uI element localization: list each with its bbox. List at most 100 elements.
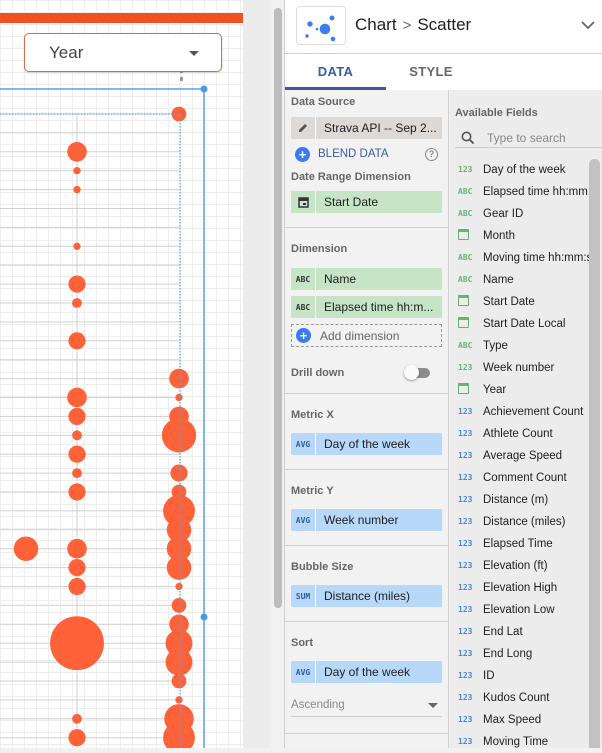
chart-bubble[interactable] — [68, 275, 86, 293]
calendar-icon — [458, 379, 476, 401]
available-field-item[interactable]: 123 Achievement Count — [450, 401, 598, 423]
available-field-item[interactable]: 123 Athlete Count — [450, 423, 598, 445]
sort-chip[interactable]: AVG Day of the week — [291, 661, 442, 683]
available-field-item[interactable]: 123 End Lat — [450, 621, 598, 643]
chart-bubble[interactable] — [72, 713, 82, 724]
available-field-item[interactable]: 123 Max Speed — [450, 709, 598, 731]
available-field-item[interactable]: ABC Name — [450, 269, 598, 291]
chart-bubble[interactable] — [175, 582, 183, 591]
available-field-item[interactable]: Start Date — [450, 291, 598, 313]
tab-data[interactable]: DATA — [285, 54, 386, 90]
available-field-item[interactable]: Start Date Local — [450, 313, 598, 335]
chart-bubble[interactable] — [68, 729, 86, 747]
chart-bubble[interactable] — [67, 538, 87, 559]
aggregation-badge[interactable]: SUM — [291, 585, 316, 607]
chart-bubble[interactable] — [68, 445, 86, 463]
available-field-item[interactable]: 123 Elevation (ft) — [450, 555, 598, 577]
year-filter-dropdown[interactable]: Year — [24, 33, 222, 72]
available-field-item[interactable]: ABC Moving time hh:mm:ss — [450, 247, 598, 269]
add-circle-icon[interactable]: + — [295, 146, 310, 162]
chart-bubble[interactable] — [171, 598, 187, 613]
chart-bubble[interactable] — [175, 393, 183, 402]
calendar-icon — [291, 191, 316, 213]
available-field-item[interactable]: 123 Average Speed — [450, 445, 598, 467]
drill-down-toggle[interactable] — [404, 365, 432, 380]
aggregation-badge[interactable]: AVG — [291, 509, 316, 531]
available-field-item[interactable]: 123 Elevation Low — [450, 599, 598, 621]
scatter-chart[interactable] — [0, 0, 243, 748]
available-field-item[interactable]: 123 Moving Time — [450, 731, 598, 753]
chart-bubbles — [13, 106, 197, 748]
available-field-item[interactable]: 123 Week number — [450, 357, 598, 379]
available-field-item[interactable]: 123 Distance (miles) — [450, 511, 598, 533]
chart-bubble[interactable] — [50, 616, 104, 671]
chart-bubble[interactable] — [68, 559, 86, 577]
canvas-scrollbar[interactable] — [274, 8, 282, 608]
number-type-icon: 123 — [458, 165, 473, 174]
chart-bubble[interactable] — [68, 407, 86, 425]
data-source-chip[interactable]: Strava API -- Sep 2... — [291, 117, 442, 139]
bubble-size-title: Bubble Size — [291, 561, 354, 573]
sort-order-select[interactable]: Ascending — [291, 695, 442, 717]
metric-y-label: Week number — [324, 513, 399, 527]
metric-y-chip[interactable]: AVG Week number — [291, 509, 442, 531]
dimension-chip[interactable]: ABC Name — [291, 268, 442, 290]
chart-bubble[interactable] — [73, 242, 81, 250]
available-field-item[interactable]: ABC Gear ID — [450, 203, 598, 225]
field-label: Moving Time — [483, 736, 549, 748]
pencil-icon[interactable] — [291, 117, 316, 139]
chart-bubble[interactable] — [68, 577, 86, 596]
available-field-item[interactable]: ABC Elapsed time hh:mm:ss — [450, 181, 598, 203]
chart-bubble[interactable] — [165, 648, 193, 676]
field-search-input[interactable]: Type to search — [455, 128, 602, 148]
fields-scrollbar[interactable] — [589, 159, 600, 748]
chart-bubble[interactable] — [73, 185, 81, 194]
chart-bubble[interactable] — [72, 298, 82, 308]
chart-bubble[interactable] — [13, 536, 39, 561]
field-label: Moving time hh:mm:ss — [483, 252, 598, 264]
bubble-size-chip[interactable]: SUM Distance (miles) — [291, 585, 442, 607]
chart-bubble[interactable] — [67, 142, 87, 162]
metric-x-chip[interactable]: AVG Day of the week — [291, 433, 442, 455]
chart-bubble[interactable] — [171, 673, 187, 689]
available-field-item[interactable]: 123 End Long — [450, 643, 598, 665]
available-field-item[interactable]: 123 Kudos Count — [450, 687, 598, 709]
available-field-item[interactable]: 123 Comment Count — [450, 467, 598, 489]
dimension-chip[interactable]: ABC Elapsed time hh:m... — [291, 296, 442, 318]
add-dimension-button[interactable]: + Add dimension — [291, 324, 442, 347]
chart-bubble[interactable] — [170, 464, 188, 482]
chart-bubble[interactable] — [68, 332, 86, 350]
available-field-item[interactable]: Month — [450, 225, 598, 247]
available-field-item[interactable]: ABC Type — [450, 335, 598, 357]
chevron-down-icon[interactable] — [581, 17, 595, 35]
chart-bubble[interactable] — [67, 387, 87, 408]
chart-bubble[interactable] — [72, 430, 82, 441]
number-type-icon: 123 — [458, 671, 473, 680]
field-label: Athlete Count — [483, 428, 553, 440]
panel-tabs: DATA STYLE — [285, 54, 602, 90]
tab-style[interactable]: STYLE — [386, 54, 476, 90]
report-canvas[interactable]: Year — [0, 0, 243, 748]
chart-type-button[interactable] — [296, 6, 346, 45]
chart-bubble[interactable] — [166, 555, 192, 580]
available-field-item[interactable]: 123 Elapsed Time — [450, 533, 598, 555]
available-field-item[interactable]: 123 Distance (m) — [450, 489, 598, 511]
help-icon[interactable]: ? — [425, 147, 438, 161]
text-type-icon: ABC — [458, 187, 473, 196]
aggregation-badge[interactable]: AVG — [291, 433, 316, 455]
chart-bubble[interactable] — [175, 696, 183, 704]
available-field-item[interactable]: 123 ID — [450, 665, 598, 687]
chart-bubble[interactable] — [161, 418, 197, 453]
chart-bubble[interactable] — [171, 106, 187, 122]
aggregation-badge[interactable]: AVG — [291, 661, 316, 683]
available-field-item[interactable]: 123 Elevation High — [450, 577, 598, 599]
chart-bubble[interactable] — [169, 368, 189, 389]
chart-bubble[interactable] — [73, 167, 81, 175]
available-field-item[interactable]: 123 Day of the week — [450, 159, 598, 181]
date-range-chip[interactable]: Start Date — [291, 191, 442, 213]
field-label: Elevation Low — [483, 604, 555, 616]
blend-data-button[interactable]: BLEND DATA — [318, 148, 389, 160]
chart-bubble[interactable] — [68, 483, 86, 501]
available-field-item[interactable]: Year — [450, 379, 598, 401]
chart-bubble[interactable] — [72, 468, 82, 478]
